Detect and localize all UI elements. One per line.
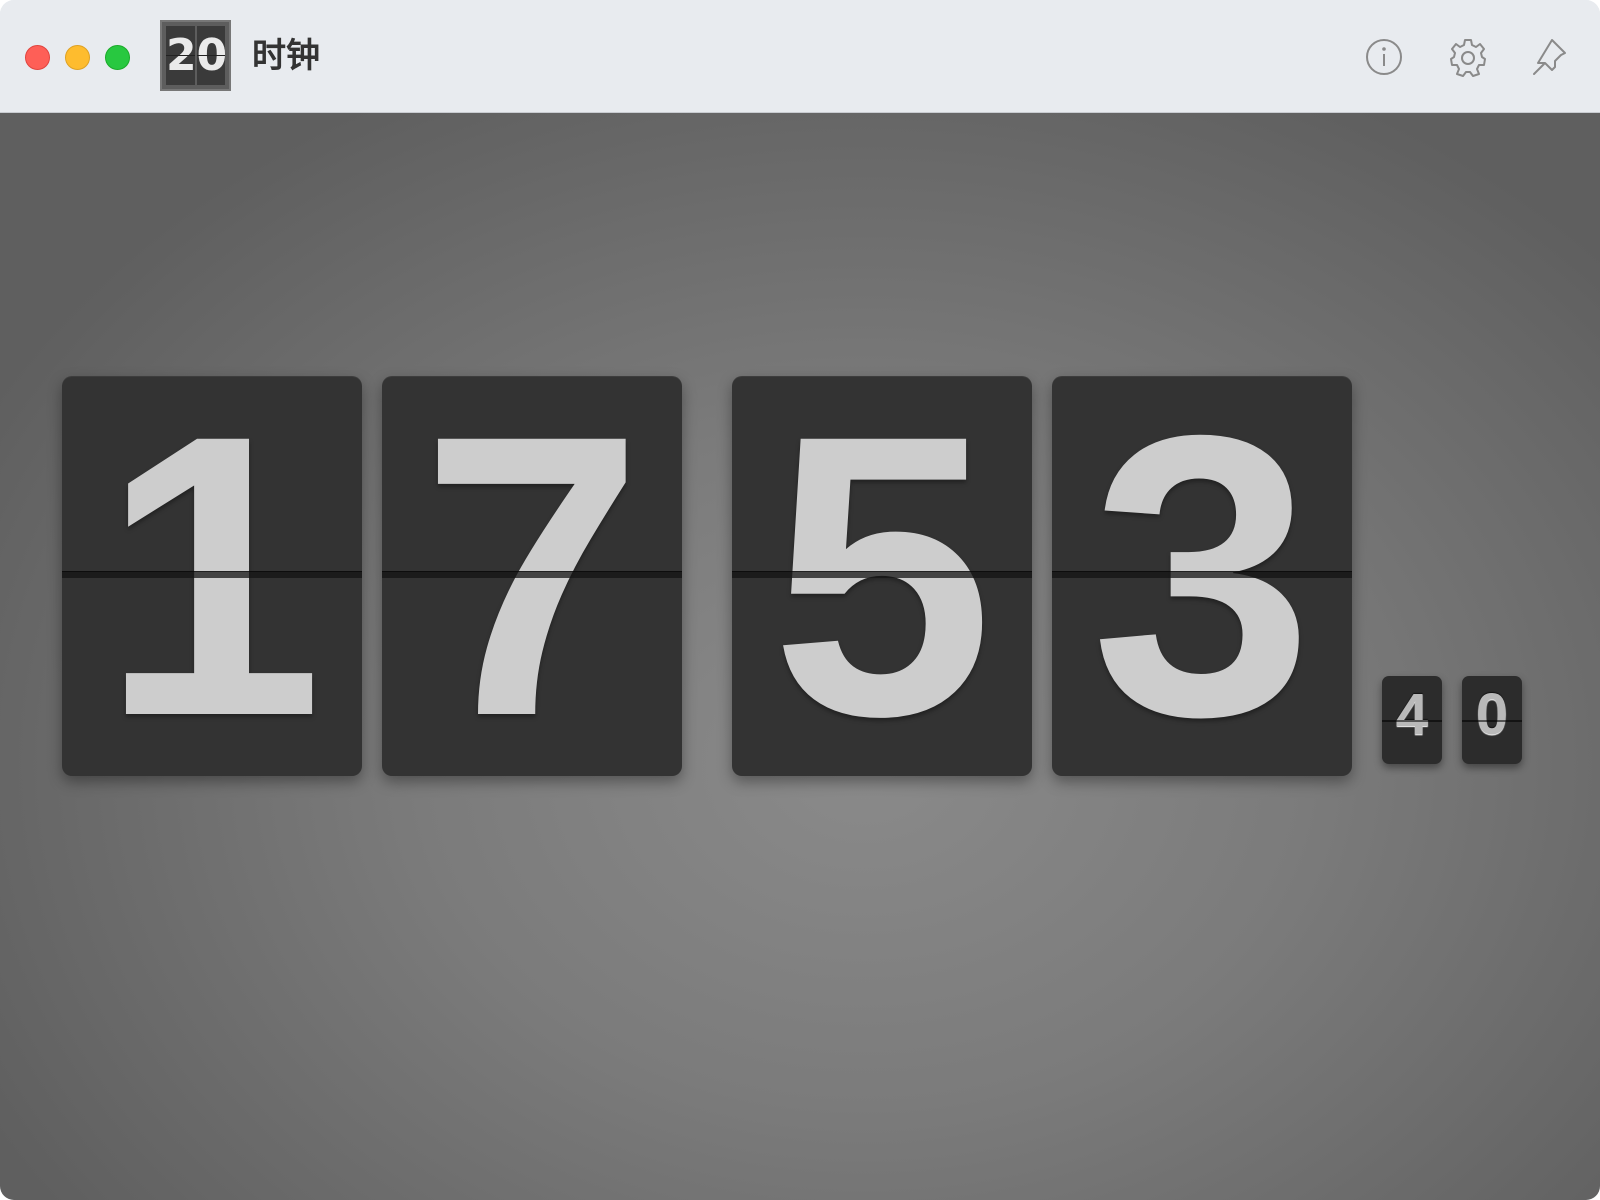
second-tens-digit: 4	[1395, 682, 1429, 747]
info-button[interactable]	[1364, 37, 1404, 77]
close-button[interactable]	[25, 45, 50, 70]
minute-ones-card: 3	[1052, 376, 1352, 776]
clock-window: 2 0 时钟 1 7 5 3 4 0	[0, 0, 1600, 1200]
card-hinge	[1382, 720, 1442, 722]
card-hinge	[62, 571, 362, 578]
pin-icon	[1533, 39, 1566, 75]
minute-tens-card: 5	[732, 376, 1032, 776]
hour-tens-card: 1	[62, 376, 362, 776]
app-icon: 2 0	[160, 20, 231, 91]
second-ones-digit: 0	[1475, 682, 1509, 747]
title-bar[interactable]: 2 0 时钟	[0, 0, 1600, 113]
pin-button[interactable]	[1530, 37, 1570, 77]
gear-icon	[1450, 39, 1486, 77]
zoom-button[interactable]	[105, 45, 130, 70]
app-icon-digit: 0	[196, 26, 225, 85]
card-hinge	[1462, 720, 1522, 722]
card-hinge	[1052, 571, 1352, 578]
hour-ones-card: 7	[382, 376, 682, 776]
settings-button[interactable]	[1448, 37, 1488, 77]
window-title: 时钟	[252, 36, 320, 76]
second-ones-card: 0	[1462, 676, 1522, 764]
card-hinge	[732, 571, 1032, 578]
info-icon	[1366, 39, 1402, 75]
card-hinge	[382, 571, 682, 578]
app-icon-digit: 2	[166, 26, 195, 85]
second-tens-card: 4	[1382, 676, 1442, 764]
clock-face: 1 7 5 3 4 0	[0, 113, 1600, 1200]
minimize-button[interactable]	[65, 45, 90, 70]
